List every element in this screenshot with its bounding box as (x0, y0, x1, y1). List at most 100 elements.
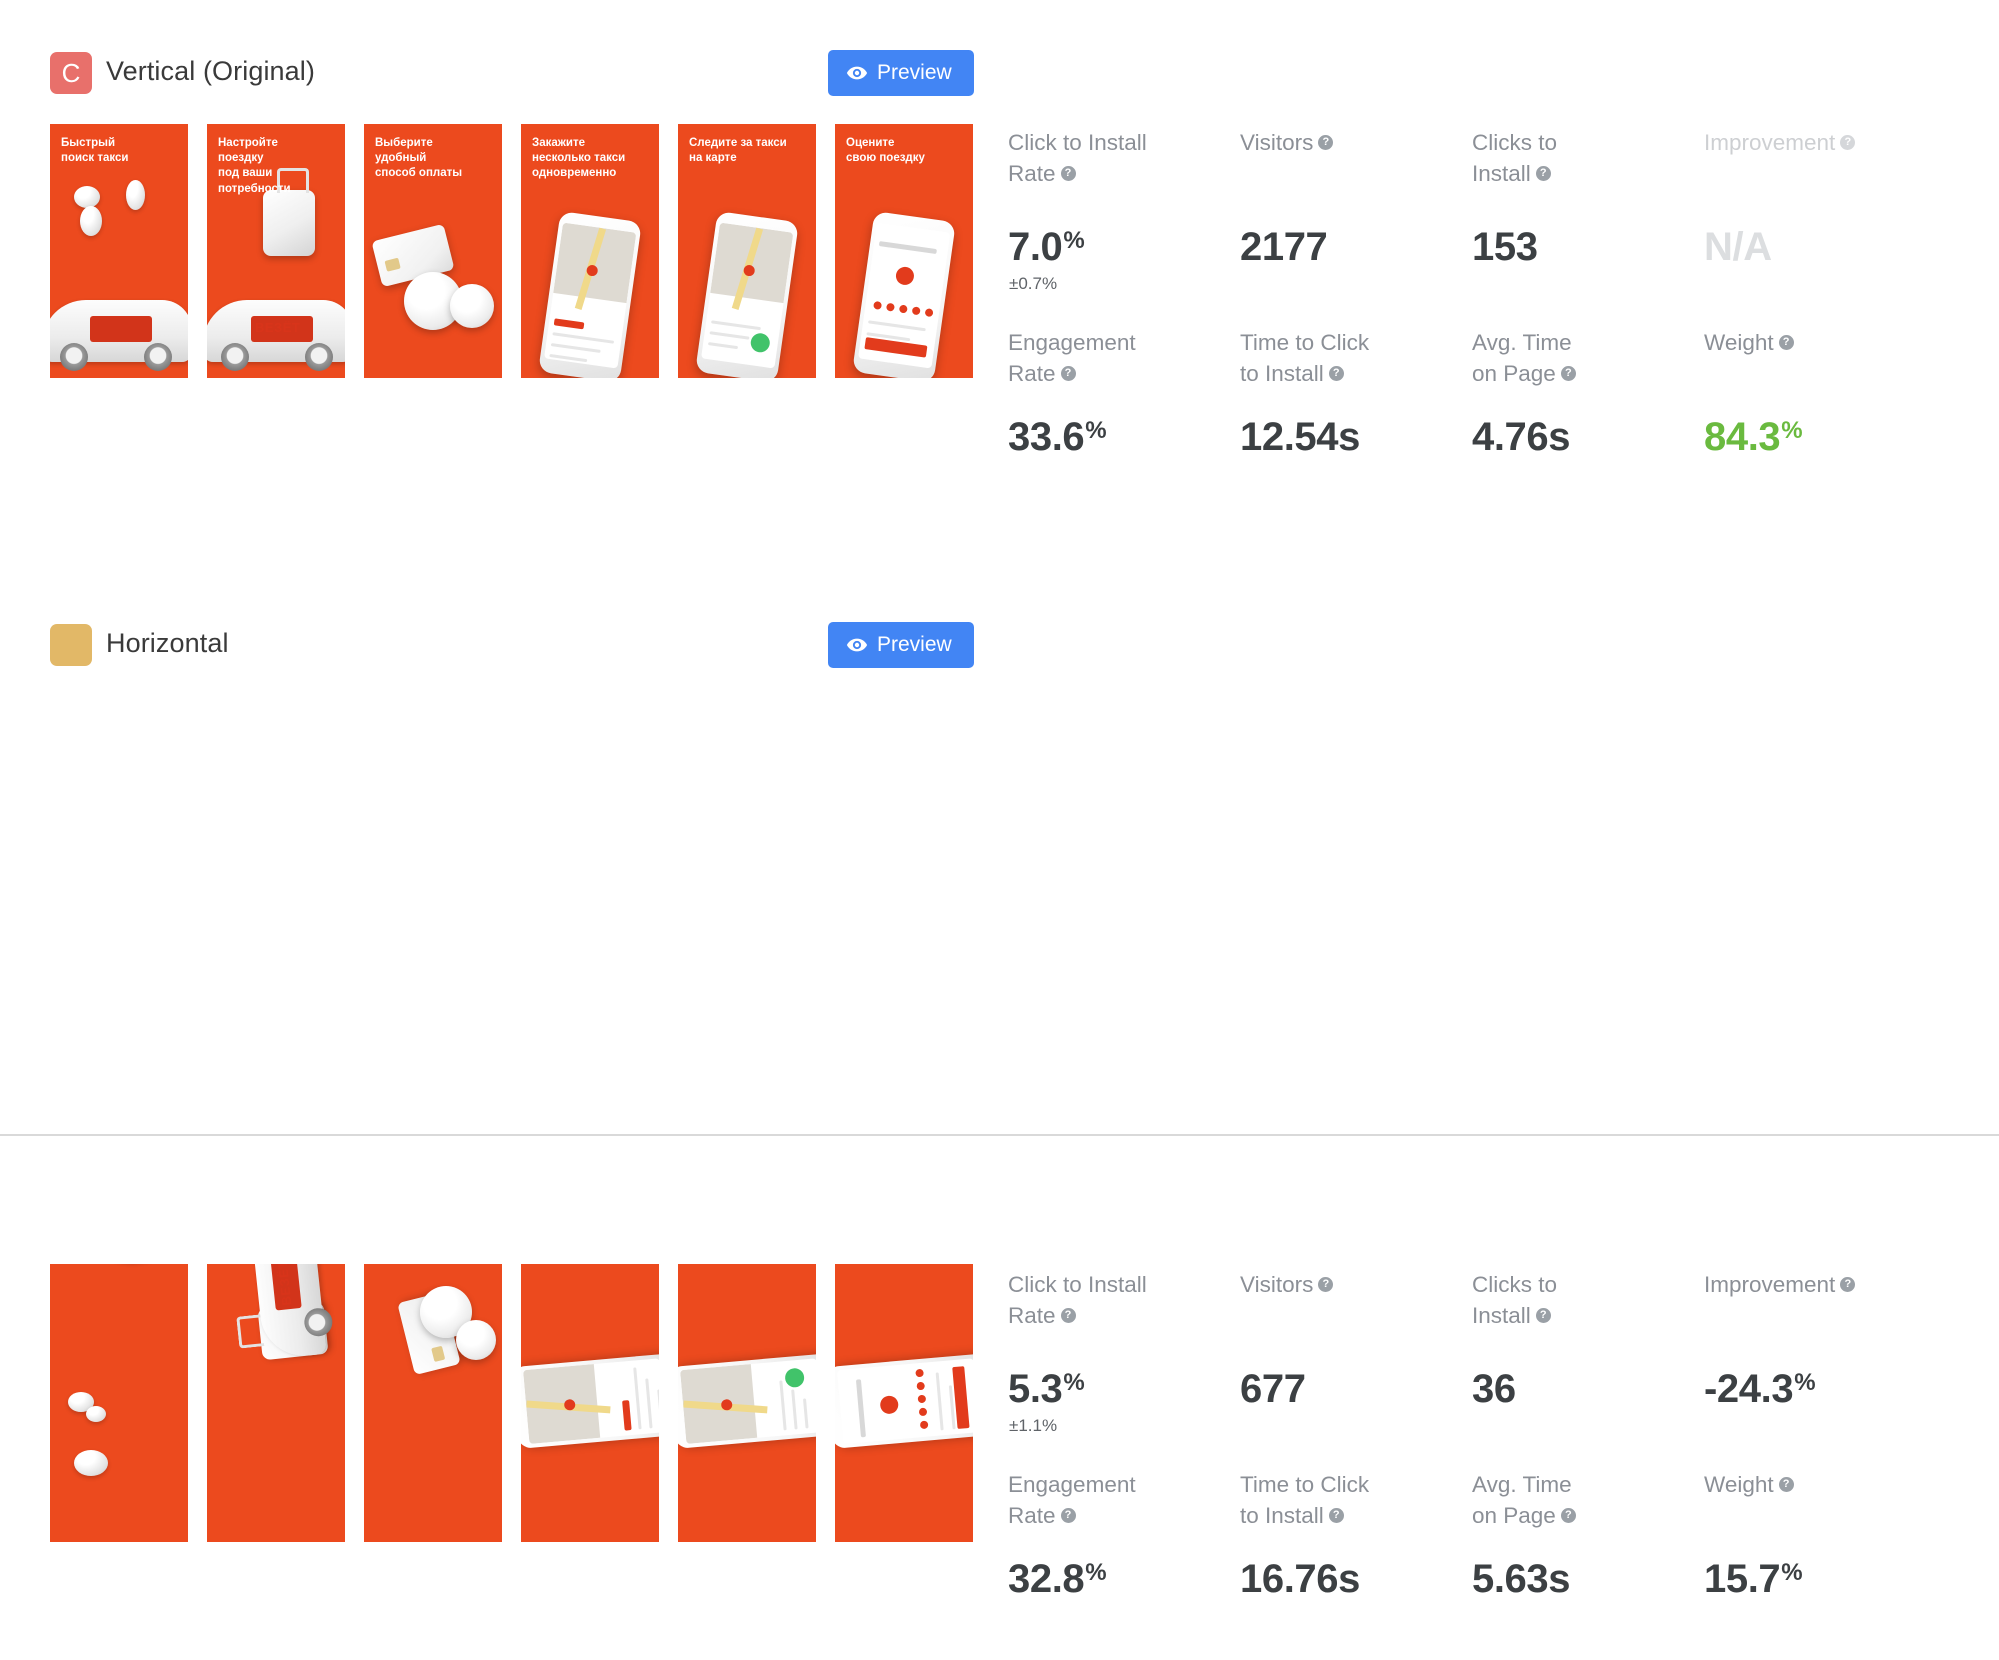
metric-label: Engagement Rate? (1008, 1472, 1136, 1528)
metric-card: Time to Click to Install? 16.76s (1240, 1470, 1472, 1660)
preview-button-label: Preview (877, 61, 952, 84)
variant-section-horizontal: Horizontal Preview Быстрый поиск такси ВЕЗЁ… (0, 572, 1999, 1601)
screenshot-thumbnail[interactable]: Оцените свою поездку (835, 124, 973, 378)
screenshot-caption: Следите за такси на карте (678, 1282, 680, 1532)
metric-label: Time to Click to Install? (1240, 1472, 1370, 1528)
metric-label: Improvement? (1704, 1270, 1894, 1301)
metric-unit: % (1063, 227, 1085, 254)
metric-card: Clicks to Install? 153 (1472, 128, 1704, 328)
metric-value: 7.0% (1008, 225, 1085, 269)
help-icon[interactable]: ? (1560, 365, 1576, 381)
metric-card: Time to Click to Install? 12.54s (1240, 328, 1472, 518)
metric-value: N/A (1704, 225, 1772, 269)
help-icon[interactable]: ? (1060, 365, 1076, 381)
screenshots-strip: Быстрый поиск такси ВЕЗЁТНастройте поездк… (50, 124, 992, 378)
metric-subvalue: ±0.7% (1009, 274, 1058, 293)
screenshot-thumbnail[interactable]: Следите за такси на карте (678, 124, 816, 378)
screenshot-caption: Закажите несколько такси одновременно (532, 137, 626, 180)
metric-label: Weight? (1704, 328, 1894, 359)
metric-unit: % (1085, 417, 1107, 444)
metric-value: 153 (1472, 225, 1538, 269)
screenshot-caption: Настройте поездку под ваши потребности (207, 1282, 209, 1532)
metric-value: 5.3% (1008, 1367, 1085, 1411)
metric-label: Avg. Time on Page? (1472, 328, 1662, 390)
help-icon[interactable]: ? (1328, 365, 1344, 381)
screenshot-thumbnail[interactable]: Следите за такси на карте (678, 1264, 816, 1542)
screenshots-strip: Быстрый поиск такси ВЕЗЁТНастройте поездк… (50, 1264, 992, 1542)
metric-value: 677 (1240, 1367, 1306, 1411)
screenshot-thumbnail[interactable]: Быстрый поиск такси (50, 1264, 188, 1542)
screenshot-caption: Выберите удобный способ оплаты (364, 1282, 366, 1532)
metric-label: Click to Install Rate? (1008, 1272, 1147, 1328)
variant-section-vertical: C Vertical (Original) Preview Быстрый поиск… (0, 0, 1999, 459)
help-icon[interactable]: ? (1318, 135, 1334, 150)
metric-card: Weight? 15.7% (1704, 1470, 1936, 1660)
preview-button[interactable]: Preview (828, 622, 974, 668)
help-icon[interactable]: ? (1318, 1277, 1334, 1292)
screenshot-thumbnail[interactable]: ВЕЗЁТНастройте поездку под ваши потребно… (207, 124, 345, 378)
variant-title: Horizontal (106, 628, 229, 658)
metric-value: 2177 (1240, 225, 1328, 269)
metric-label: Visitors? (1240, 128, 1430, 159)
help-icon[interactable]: ? (1535, 1307, 1551, 1323)
metric-unit: % (1781, 1559, 1803, 1586)
help-icon[interactable]: ? (1778, 335, 1794, 350)
screenshot-caption: Выберите удобный способ оплаты (375, 137, 463, 180)
metric-value: -24.3% (1704, 1367, 1816, 1411)
metric-value: 15.7% (1704, 1557, 1803, 1601)
metric-value: 84.3% (1704, 415, 1803, 459)
screenshot-thumbnail[interactable]: Быстрый поиск такси (50, 124, 188, 378)
metric-unit: % (1085, 1559, 1107, 1586)
help-icon[interactable]: ? (1840, 135, 1856, 150)
metric-unit: % (1794, 1369, 1816, 1396)
screenshot-thumbnail[interactable]: Закажите несколько такси одновременно (521, 124, 659, 378)
help-icon[interactable]: ? (1535, 165, 1551, 181)
variant-header: C Vertical (Original) Preview (0, 0, 1999, 96)
screenshot-thumbnail[interactable]: Закажите несколько такси одновременно (521, 1264, 659, 1542)
eye-icon (846, 638, 868, 652)
help-icon[interactable]: ? (1560, 1507, 1576, 1523)
screenshot-thumbnail[interactable]: Выберите удобный способ оплаты (364, 124, 502, 378)
metric-label: Click to Install Rate? (1008, 130, 1147, 186)
help-icon[interactable]: ? (1840, 1277, 1856, 1292)
metric-label: Visitors? (1240, 1270, 1430, 1301)
metric-value: 32.8% (1008, 1557, 1107, 1601)
screenshot-caption: Настройте поездку под ваши потребности (218, 137, 291, 195)
metric-unit: % (1063, 1369, 1085, 1396)
help-icon[interactable]: ? (1060, 165, 1076, 181)
metric-value: 33.6% (1008, 415, 1107, 459)
screenshot-thumbnail[interactable]: Выберите удобный способ оплаты (364, 1264, 502, 1542)
variant-title: Vertical (Original) (106, 56, 315, 86)
variant-badge (50, 624, 92, 666)
metric-label: Clicks to Install? (1472, 130, 1558, 186)
metric-value: 16.76s (1240, 1557, 1360, 1601)
metric-card: Avg. Time on Page? 5.63s (1472, 1470, 1704, 1660)
help-icon[interactable]: ? (1060, 1507, 1076, 1523)
metric-card: Improvement? -24.3% (1704, 1270, 1936, 1470)
metric-value: 36 (1472, 1367, 1516, 1411)
metrics-grid: Click to Install Rate? 7.0% ±0.7% Visitors?… (1008, 128, 1936, 518)
metric-card: Visitors? 677 (1240, 1270, 1472, 1470)
help-icon[interactable]: ? (1778, 1477, 1794, 1492)
help-icon[interactable]: ? (1060, 1307, 1076, 1323)
screenshot-thumbnail[interactable]: ВЕЗЁТНастройте поездку под ваши потребно… (207, 1264, 345, 1542)
metric-card: Engagement Rate? 33.6% (1008, 328, 1240, 518)
preview-button[interactable]: Preview (828, 50, 974, 96)
metric-label: Improvement? (1704, 128, 1894, 159)
eye-icon (846, 66, 868, 80)
metric-value: 4.76s (1472, 415, 1571, 459)
metric-label: Time to Click to Install? (1240, 330, 1370, 386)
help-icon[interactable]: ? (1328, 1507, 1344, 1523)
metric-subvalue: ±1.1% (1009, 1416, 1058, 1435)
screenshot-caption: Быстрый поиск такси (61, 137, 129, 165)
metric-value: 5.63s (1472, 1557, 1571, 1601)
screenshot-caption: Быстрый поиск такси (50, 1282, 52, 1532)
metrics-grid: Click to Install Rate? 5.3% ±1.1% Visitors?… (1008, 1270, 1936, 1660)
screenshot-thumbnail[interactable]: Оцените свою поездку (835, 1264, 973, 1542)
screenshot-caption: Следите за такси на карте (689, 137, 787, 165)
screenshot-caption: Закажите несколько такси одновременно (521, 1282, 523, 1532)
metric-label: Clicks to Install? (1472, 1272, 1558, 1328)
metric-card: Avg. Time on Page? 4.76s (1472, 328, 1704, 518)
metric-card: Engagement Rate? 32.8% (1008, 1470, 1240, 1660)
metric-card: Improvement? N/A (1704, 128, 1936, 328)
